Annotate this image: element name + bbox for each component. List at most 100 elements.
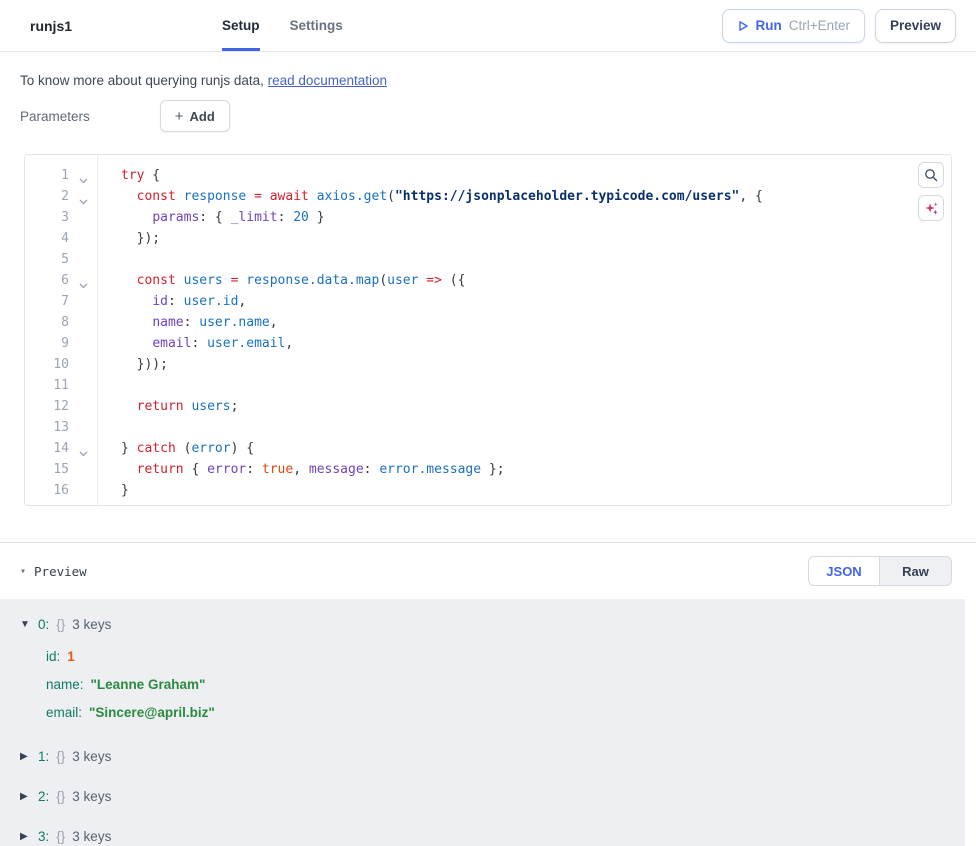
code-line: 3 params: { _limit: 20 } (25, 207, 951, 228)
tree-child-key: id: (46, 649, 60, 664)
scrollbar-track[interactable] (965, 599, 976, 846)
run-label: Run (756, 18, 782, 33)
expand-node-icon[interactable]: ▶ (20, 787, 31, 807)
json-tree-node-toggle[interactable]: ▶ 2: {} 3 keys (20, 787, 976, 807)
line-number: 9 (25, 333, 69, 354)
code-line: 11 (25, 375, 951, 396)
json-tree-row: ▶ 3: {} 3 keys (20, 827, 976, 846)
tab-settings[interactable]: Settings (290, 0, 343, 51)
code-text: return users; (97, 396, 238, 417)
line-number: 13 (25, 417, 69, 438)
tree-child-value: 1 (67, 649, 75, 664)
add-parameter-button[interactable]: + Add (160, 100, 230, 132)
read-documentation-link[interactable]: read documentation (268, 73, 387, 88)
plus-icon: + (175, 108, 184, 125)
fold-gutter (69, 291, 97, 312)
fold-toggle-icon[interactable] (69, 438, 97, 459)
line-number: 7 (25, 291, 69, 312)
tree-child-key: name: (46, 677, 84, 692)
tab-setup[interactable]: Setup (222, 0, 260, 51)
fold-toggle-icon[interactable] (69, 165, 97, 186)
code-line: 4 }); (25, 228, 951, 249)
code-line: 10 })); (25, 354, 951, 375)
code-text (97, 249, 121, 270)
code-lines: 1try {2 const response = await axios.get… (25, 165, 951, 501)
ai-assist-button[interactable] (918, 195, 944, 221)
preview-header: ▾ Preview JSON Raw (0, 543, 976, 599)
play-icon (737, 20, 749, 32)
tree-node-key: 3: (38, 827, 49, 846)
json-mode-button[interactable]: JSON (808, 556, 880, 586)
tree-child-row: id: 1 (46, 643, 976, 671)
tree-child-value: "Leanne Graham" (91, 677, 206, 692)
tree-node-brace: {} (56, 787, 65, 807)
code-editor[interactable]: 1try {2 const response = await axios.get… (24, 154, 952, 506)
editor-toolbar (918, 162, 944, 221)
code-line: 9 email: user.email, (25, 333, 951, 354)
line-number: 15 (25, 459, 69, 480)
search-code-button[interactable] (918, 162, 944, 188)
json-preview-tree: ▼0:{}3 keysid:1name:"Leanne Graham"email… (0, 599, 976, 846)
fold-gutter (69, 375, 97, 396)
code-line: 13 (25, 417, 951, 438)
query-title: runjs1 (30, 18, 72, 34)
tree-children: id:1name:"Leanne Graham"email:"Sincere@a… (46, 643, 976, 727)
fold-gutter (69, 312, 97, 333)
collapse-caret-icon: ▾ (20, 566, 26, 577)
fold-gutter (69, 417, 97, 438)
line-number: 8 (25, 312, 69, 333)
fold-toggle-icon[interactable] (69, 270, 97, 291)
preview-section-toggle[interactable]: ▾ Preview (20, 564, 87, 579)
json-tree-row: ▶ 2: {} 3 keys (20, 787, 976, 807)
fold-toggle-icon[interactable] (69, 186, 97, 207)
json-tree-node-toggle[interactable]: ▶ 3: {} 3 keys (20, 827, 976, 846)
preview-button[interactable]: Preview (875, 9, 956, 43)
fold-gutter (69, 459, 97, 480)
tree-node-meta: 3 keys (72, 827, 111, 846)
search-icon (924, 168, 938, 182)
code-text: const response = await axios.get("https:… (97, 186, 763, 207)
line-number: 3 (25, 207, 69, 228)
fold-gutter (69, 333, 97, 354)
tree-node-key: 2: (38, 787, 49, 807)
line-number: 14 (25, 438, 69, 459)
fold-gutter (69, 207, 97, 228)
run-button[interactable]: Run Ctrl+Enter (722, 9, 865, 43)
line-number: 4 (25, 228, 69, 249)
line-number: 16 (25, 480, 69, 501)
tree-node-meta: 3 keys (72, 787, 111, 807)
expand-node-icon[interactable]: ▶ (20, 747, 31, 767)
query-editor-panel: runjs1 Setup Settings Run Ctrl+Enter Pre… (0, 0, 976, 846)
line-number: 2 (25, 186, 69, 207)
code-text (97, 375, 121, 396)
json-tree-node-toggle[interactable]: ▼0:{}3 keys (20, 615, 976, 635)
code-text: }); (97, 228, 160, 249)
tree-node-meta: 3 keys (72, 747, 111, 767)
parameters-row: Parameters + Add (20, 100, 952, 132)
tree-node-brace: {} (56, 827, 65, 846)
tree-root: ▼0:{}3 keysid:1name:"Leanne Graham"email… (20, 615, 976, 846)
line-number: 12 (25, 396, 69, 417)
code-line: 12 return users; (25, 396, 951, 417)
code-line: 1try { (25, 165, 951, 186)
code-line: 15 return { error: true, message: error.… (25, 459, 951, 480)
tree-node-brace: {} (56, 615, 65, 635)
collapse-node-icon[interactable]: ▼ (20, 615, 31, 635)
code-text: params: { _limit: 20 } (97, 207, 325, 228)
run-shortcut: Ctrl+Enter (789, 18, 850, 33)
expand-node-icon[interactable]: ▶ (20, 827, 31, 846)
code-text: id: user.id, (97, 291, 246, 312)
code-text: email: user.email, (97, 333, 293, 354)
raw-mode-button[interactable]: Raw (880, 556, 952, 586)
code-text: try { (97, 165, 160, 186)
preview-mode-toggle: JSON Raw (808, 556, 952, 586)
code-line: 7 id: user.id, (25, 291, 951, 312)
fold-gutter (69, 480, 97, 501)
code-text: } catch (error) { (97, 438, 254, 459)
line-number: 5 (25, 249, 69, 270)
ai-sparkles-icon (924, 201, 939, 216)
json-tree-row: ▼0:{}3 keysid:1name:"Leanne Graham"email… (20, 615, 976, 727)
documentation-hint-text: To know more about querying runjs data, (20, 73, 264, 88)
header-actions: Run Ctrl+Enter Preview (722, 0, 956, 51)
json-tree-node-toggle[interactable]: ▶1:{}3 keys (20, 747, 976, 767)
